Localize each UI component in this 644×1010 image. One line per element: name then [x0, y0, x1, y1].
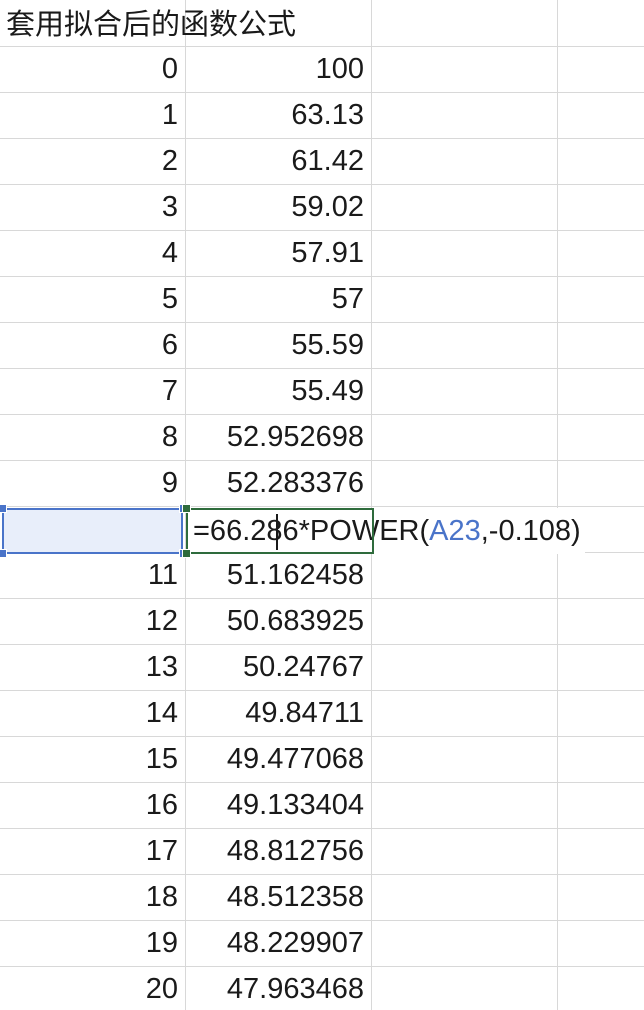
cell-index[interactable]: 16	[0, 782, 186, 828]
table-row: 1 63.13	[0, 92, 644, 138]
cell-index[interactable]: 8	[0, 414, 186, 460]
cell-value[interactable]: 48.512358	[186, 874, 372, 920]
table-row: 2 61.42	[0, 138, 644, 184]
cell-value[interactable]: 48.812756	[186, 828, 372, 874]
cell-value[interactable]: 50.683925	[186, 598, 372, 644]
cell-value[interactable]: 55.49	[186, 368, 372, 414]
cell-index[interactable]: 7	[0, 368, 186, 414]
formula-cell-reference: A23	[429, 515, 481, 547]
table-row: 20 47.963468	[0, 966, 644, 1010]
cell-value[interactable]: 59.02	[186, 184, 372, 230]
cell-index[interactable]: 11	[0, 552, 186, 598]
cell-index[interactable]: 5	[0, 276, 186, 322]
table-row: 11 51.162458	[0, 552, 644, 598]
table-row: 13 50.24767	[0, 644, 644, 690]
table-row: 0 100	[0, 46, 644, 92]
table-row: 8 52.952698	[0, 414, 644, 460]
table-row: 18 48.512358	[0, 874, 644, 920]
cell-value[interactable]: 48.229907	[186, 920, 372, 966]
cell-value[interactable]: 61.42	[186, 138, 372, 184]
table-row: 9 52.283376	[0, 460, 644, 506]
cell-value[interactable]: 52.283376	[186, 460, 372, 506]
cell-value[interactable]: 49.84711	[186, 690, 372, 736]
text-cursor	[276, 514, 278, 550]
spreadsheet-grid[interactable]: 套用拟合后的函数公式 0 100 1 63.13 2 61.42 3 59.02 4 57.91 5…	[0, 0, 644, 1010]
table-row: 6 55.59	[0, 322, 644, 368]
table-row: 5 57	[0, 276, 644, 322]
table-row: 17 48.812756	[0, 828, 644, 874]
cell-value[interactable]: 49.477068	[186, 736, 372, 782]
table-row: 16 49.133404	[0, 782, 644, 828]
edit-cell-handle[interactable]	[182, 549, 191, 558]
cell-index[interactable]: 19	[0, 920, 186, 966]
cell-index[interactable]: 15	[0, 736, 186, 782]
cell-value[interactable]: 57.91	[186, 230, 372, 276]
selection-handle[interactable]	[0, 504, 7, 513]
cell-value[interactable]: 52.952698	[186, 414, 372, 460]
table-row: 12 50.683925	[0, 598, 644, 644]
cell-index[interactable]: 3	[0, 184, 186, 230]
cell-value[interactable]: 57	[186, 276, 372, 322]
table-row: 4 57.91	[0, 230, 644, 276]
cell-value[interactable]: 51.162458	[186, 552, 372, 598]
table-row: 3 59.02	[0, 184, 644, 230]
edit-cell-handle[interactable]	[182, 504, 191, 513]
formula-suffix: ,-0.108)	[480, 515, 581, 547]
cell-value[interactable]: 100	[186, 46, 372, 92]
referenced-cell-highlight[interactable]	[2, 508, 183, 554]
cell-index[interactable]: 13	[0, 644, 186, 690]
cell-index[interactable]: 4	[0, 230, 186, 276]
cell-value[interactable]: 47.963468	[186, 966, 372, 1010]
active-edit-cell[interactable]	[186, 508, 374, 554]
selection-handle[interactable]	[0, 549, 7, 558]
cell-value[interactable]: 49.133404	[186, 782, 372, 828]
cell-index[interactable]: 14	[0, 690, 186, 736]
cell-value[interactable]: 63.13	[186, 92, 372, 138]
table-row: 19 48.229907	[0, 920, 644, 966]
cell-index[interactable]: 0	[0, 46, 186, 92]
cell-index[interactable]: 17	[0, 828, 186, 874]
table-row: 15 49.477068	[0, 736, 644, 782]
cell-index[interactable]: 1	[0, 92, 186, 138]
title-cell[interactable]: 套用拟合后的函数公式	[0, 0, 372, 46]
cell-value[interactable]: 50.24767	[186, 644, 372, 690]
table-row: 14 49.84711	[0, 690, 644, 736]
cell-index[interactable]: 20	[0, 966, 186, 1010]
cell-index[interactable]: 12	[0, 598, 186, 644]
cell-index[interactable]: 9	[0, 460, 186, 506]
cell-index[interactable]: 2	[0, 138, 186, 184]
cell-index[interactable]: 18	[0, 874, 186, 920]
cell-value[interactable]: 55.59	[186, 322, 372, 368]
cell-index[interactable]: 6	[0, 322, 186, 368]
table-row: 7 55.49	[0, 368, 644, 414]
